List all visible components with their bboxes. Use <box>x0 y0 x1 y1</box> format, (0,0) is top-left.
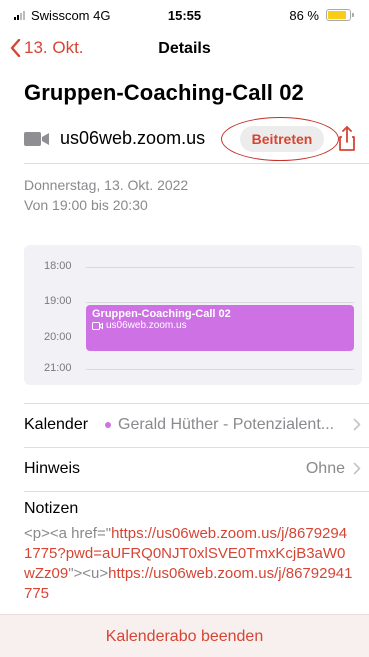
share-button[interactable] <box>332 124 362 154</box>
calendar-row[interactable]: Kalender Gerald Hüther - Potenzialent... <box>24 403 369 447</box>
meeting-host: us06web.zoom.us <box>60 128 206 148</box>
alert-row[interactable]: Hinweis Ohne <box>24 447 369 491</box>
hour-label: 21:00 <box>44 362 72 374</box>
notes-markup: <p><a href=" <box>24 525 112 542</box>
calendar-color-dot <box>105 422 111 428</box>
notes-label: Notizen <box>24 500 79 517</box>
preview-event-location: us06web.zoom.us <box>106 320 187 331</box>
chevron-right-icon <box>353 462 361 475</box>
battery-icon <box>326 9 354 21</box>
nav-bar: 13. Okt. Details <box>0 34 369 64</box>
hour-row: 18:00 <box>24 260 362 274</box>
notes-text: <p><a href="https://us06web.zoom.us/j/86… <box>24 524 354 604</box>
divider <box>24 163 369 164</box>
divider <box>24 491 369 492</box>
hour-label: 18:00 <box>44 260 72 272</box>
alert-label: Hinweis <box>24 460 81 477</box>
unsubscribe-calendar-button[interactable]: Kalenderabo beenden <box>0 628 369 646</box>
calendar-value: Gerald Hüther - Potenzialent... <box>118 416 335 433</box>
chevron-right-icon <box>353 418 361 431</box>
event-time-range: Von 19:00 bis 20:30 <box>24 197 148 213</box>
share-icon <box>339 126 355 151</box>
hour-row: 21:00 <box>24 362 362 376</box>
join-button[interactable]: Beitreten <box>240 126 324 152</box>
event-title: Gruppen-Coaching-Call 02 <box>24 80 304 105</box>
status-bar: Swisscom 4G 15:55 86 % <box>0 0 369 30</box>
notes-markup: "><u> <box>68 565 109 582</box>
hour-label: 19:00 <box>44 295 72 307</box>
meeting-row: us06web.zoom.us Beitreten <box>24 117 369 161</box>
calendar-label: Kalender <box>24 416 89 433</box>
bottom-bar: Kalenderabo beenden <box>0 614 369 657</box>
video-camera-icon <box>24 132 49 146</box>
preview-event-block[interactable]: Gruppen-Coaching-Call 02 us06web.zoom.us <box>86 305 354 351</box>
preview-event-title: Gruppen-Coaching-Call 02 <box>92 308 231 320</box>
battery-percentage: 86 % <box>289 8 319 23</box>
day-preview: 18:00 19:00 20:00 21:00 Gruppen-Coaching… <box>24 245 362 385</box>
hour-label: 20:00 <box>44 331 72 343</box>
alert-value: Ohne <box>305 460 345 477</box>
nav-title: Details <box>158 40 211 57</box>
event-date: Donnerstag, 13. Okt. 2022 <box>24 177 189 193</box>
video-camera-icon <box>92 321 103 330</box>
